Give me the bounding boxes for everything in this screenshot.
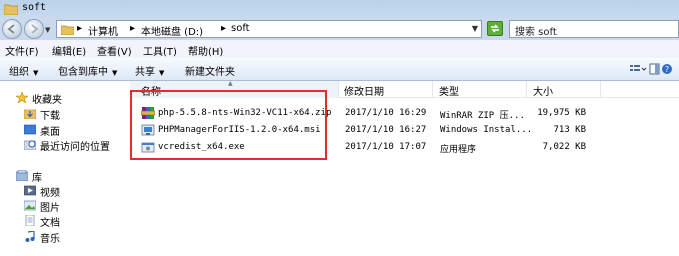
organize-button[interactable]: 组织 ▼ — [9, 63, 38, 78]
video-icon — [24, 185, 36, 196]
navigation-pane: 收藏夹 下载 桌面 最近访问的位置 库 视频 图片 文档 音乐 — [0, 81, 128, 256]
file-date: 2017/1/10 17:07 — [345, 142, 427, 152]
menu-view[interactable]: 查看(V) — [97, 43, 132, 58]
recent-pages-dropdown[interactable]: ▼ — [45, 26, 50, 34]
organize-label: 组织 — [9, 67, 29, 78]
folder-icon — [61, 25, 74, 35]
chevron-down-icon: ▼ — [112, 69, 118, 77]
preview-pane-icon[interactable] — [649, 63, 660, 75]
chevron-down-icon: ▼ — [33, 69, 39, 77]
view-icon[interactable] — [630, 65, 647, 71]
picture-icon — [24, 200, 36, 211]
address-row: ▼ ▸ 计算机 ▸ 本地磁盘 (D:) ▸ soft ▼ 搜索 soft — [0, 18, 679, 40]
refresh-icon — [491, 24, 499, 33]
breadcrumb-separator: ▸ — [221, 23, 227, 34]
file-date: 2017/1/10 16:27 — [345, 125, 427, 135]
file-type: Windows Instal... — [440, 125, 533, 135]
window-title: soft — [22, 2, 47, 13]
menu-file[interactable]: 文件(F) — [5, 43, 39, 58]
share-button[interactable]: 共享 ▼ — [135, 63, 164, 78]
library-icon — [16, 170, 28, 181]
file-size: 7,022 KB — [542, 142, 586, 152]
menu-tools[interactable]: 工具(T) — [143, 43, 177, 58]
nav-documents-label: 文档 — [40, 218, 60, 229]
breadcrumb-soft[interactable]: soft — [231, 23, 250, 34]
refresh-button[interactable] — [487, 21, 503, 36]
recent-places-icon — [24, 140, 36, 150]
file-type: 应用程序 — [440, 145, 477, 155]
share-label: 共享 — [135, 67, 155, 78]
sort-arrow-icon: ▲ — [228, 80, 233, 87]
column-size[interactable]: 大小 — [533, 83, 553, 98]
command-toolbar: 组织 ▼ 包含到库中 ▼ 共享 ▼ 新建文件夹 ? — [0, 58, 679, 81]
nav-music-label: 音乐 — [40, 234, 60, 245]
nav-videos-label: 视频 — [40, 188, 60, 199]
chevron-down-icon[interactable]: ▼ — [472, 24, 478, 33]
menu-edit[interactable]: 编辑(E) — [52, 43, 86, 58]
column-divider[interactable] — [600, 81, 601, 98]
menu-bar: 文件(F) 编辑(E) 查看(V) 工具(T) 帮助(H) — [0, 40, 679, 58]
menu-help[interactable]: 帮助(H) — [188, 43, 223, 58]
search-placeholder: 搜索 soft — [515, 27, 557, 38]
file-date: 2017/1/10 16:29 — [345, 108, 427, 118]
back-arrow-icon — [7, 24, 15, 34]
back-button[interactable] — [2, 19, 22, 39]
breadcrumb-separator: ▸ — [77, 23, 83, 34]
svg-text:?: ? — [665, 65, 669, 74]
music-icon — [25, 231, 35, 242]
column-date[interactable]: 修改日期 — [344, 83, 384, 98]
column-type[interactable]: 类型 — [439, 83, 459, 98]
new-folder-button[interactable]: 新建文件夹 — [185, 63, 235, 78]
folder-icon — [4, 4, 18, 15]
search-input[interactable]: 搜索 soft — [509, 20, 679, 38]
include-in-library-button[interactable]: 包含到库中 ▼ — [58, 63, 117, 78]
desktop-icon — [24, 124, 36, 135]
column-divider[interactable] — [526, 81, 527, 98]
title-bar: soft — [0, 0, 679, 18]
document-icon — [25, 215, 35, 226]
column-divider[interactable] — [338, 81, 339, 98]
nav-desktop-label: 桌面 — [40, 127, 60, 138]
forward-arrow-icon — [31, 24, 39, 34]
nav-recent-label: 最近访问的位置 — [40, 142, 110, 153]
nav-libraries-label: 库 — [32, 173, 42, 184]
forward-button[interactable] — [24, 19, 44, 39]
column-divider[interactable] — [432, 81, 433, 98]
view-options[interactable]: ? — [629, 62, 673, 76]
nav-pictures-label: 图片 — [40, 203, 60, 214]
breadcrumb-computer[interactable]: 计算机 — [88, 23, 118, 38]
address-bar[interactable]: ▸ 计算机 ▸ 本地磁盘 (D:) ▸ soft ▼ — [56, 20, 482, 38]
file-type: WinRAR ZIP 压... — [440, 111, 525, 121]
file-size: 19,975 KB — [537, 108, 586, 118]
chevron-down-icon: ▼ — [159, 69, 165, 77]
nav-favorites-label: 收藏夹 — [32, 95, 62, 106]
file-size: 713 KB — [553, 125, 586, 135]
include-label: 包含到库中 — [58, 67, 108, 78]
downloads-folder-icon — [24, 109, 36, 119]
help-icon[interactable]: ? — [662, 64, 672, 74]
highlight-annotation — [130, 90, 327, 160]
star-icon — [16, 92, 28, 103]
breadcrumb-separator: ▸ — [130, 23, 136, 34]
nav-downloads-label: 下载 — [40, 111, 60, 122]
breadcrumb-drive-d[interactable]: 本地磁盘 (D:) — [141, 23, 203, 38]
